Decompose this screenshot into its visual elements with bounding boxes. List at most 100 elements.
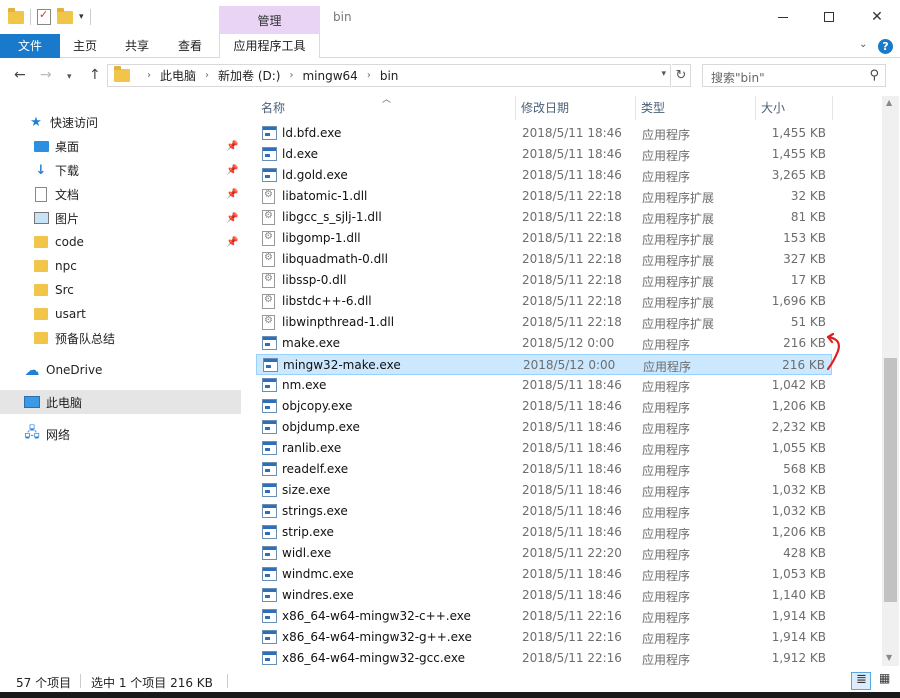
- pin-icon[interactable]: 📌: [226, 141, 238, 152]
- context-tab-header[interactable]: 管理: [219, 6, 320, 34]
- file-row[interactable]: ranlib.exe 2018/5/11 18:46 应用程序 1,055 KB: [256, 438, 832, 459]
- address-bar[interactable]: › 此电脑 › 新加卷 (D:) › mingw64 › bin ▾: [107, 64, 671, 87]
- file-date: 2018/5/11 18:46: [522, 588, 622, 602]
- maximize-button[interactable]: [806, 0, 852, 34]
- minimize-button[interactable]: [760, 0, 806, 34]
- exe-file-icon: [262, 399, 277, 413]
- help-icon[interactable]: ?: [878, 39, 893, 54]
- breadcrumb-this-pc[interactable]: 此电脑: [160, 67, 196, 84]
- toolbar-separator: [30, 9, 31, 25]
- file-row[interactable]: ld.gold.exe 2018/5/11 18:46 应用程序 3,265 KB: [256, 165, 832, 186]
- refresh-button[interactable]: ↻: [672, 64, 691, 87]
- pin-icon[interactable]: 📌: [226, 165, 238, 176]
- file-row-selected[interactable]: mingw32-make.exe 2018/5/12 0:00 应用程序 216 KB: [256, 354, 832, 375]
- sidebar-item-summary[interactable]: 预备队总结: [0, 326, 241, 350]
- dll-file-icon: [262, 231, 275, 246]
- scroll-up-chevron-icon[interactable]: ▲: [886, 98, 892, 107]
- breadcrumb-mingw64[interactable]: mingw64: [302, 69, 357, 83]
- file-row[interactable]: ld.bfd.exe 2018/5/11 18:46 应用程序 1,455 KB: [256, 123, 832, 144]
- column-header-type[interactable]: 类型: [635, 96, 755, 120]
- folder-icon: [34, 308, 48, 320]
- sidebar-item-this-pc[interactable]: 此电脑: [0, 390, 241, 414]
- column-header-date[interactable]: 修改日期: [515, 96, 635, 120]
- file-row[interactable]: libstdc++-6.dll 2018/5/11 22:18 应用程序扩展 1,69…: [256, 291, 832, 312]
- file-row[interactable]: nm.exe 2018/5/11 18:46 应用程序 1,042 KB: [256, 375, 832, 396]
- search-input[interactable]: 搜索"bin" ⚲: [702, 64, 886, 87]
- breadcrumb-chevron-icon[interactable]: ›: [205, 70, 209, 81]
- customize-toolbar-chevron-icon[interactable]: ▾: [79, 12, 84, 22]
- address-dropdown-chevron-icon[interactable]: ▾: [661, 69, 666, 79]
- properties-icon[interactable]: [37, 8, 51, 25]
- file-row[interactable]: libssp-0.dll 2018/5/11 22:18 应用程序扩展 17 KB: [256, 270, 832, 291]
- file-row[interactable]: windmc.exe 2018/5/11 18:46 应用程序 1,053 KB: [256, 564, 832, 585]
- minimize-icon: [778, 16, 788, 18]
- recent-locations-chevron-icon[interactable]: ▾: [67, 72, 72, 82]
- file-row[interactable]: objcopy.exe 2018/5/11 18:46 应用程序 1,206 KB: [256, 396, 832, 417]
- file-type: 应用程序: [642, 443, 691, 457]
- file-row[interactable]: libquadmath-0.dll 2018/5/11 22:18 应用程序扩展 32…: [256, 249, 832, 270]
- file-row[interactable]: libgcc_s_sjlj-1.dll 2018/5/11 22:18 应用程序扩展…: [256, 207, 832, 228]
- sidebar-item-src[interactable]: Src: [0, 278, 241, 302]
- column-header-size[interactable]: 大小: [755, 96, 835, 120]
- pin-icon[interactable]: 📌: [226, 213, 238, 224]
- tab-file[interactable]: 文件: [0, 34, 60, 58]
- file-row[interactable]: libgomp-1.dll 2018/5/11 22:18 应用程序扩展 153 KB: [256, 228, 832, 249]
- tab-application-tools[interactable]: 应用程序工具: [219, 34, 320, 58]
- file-row[interactable]: x86_64-w64-mingw32-c++.exe 2018/5/11 22:1…: [256, 606, 832, 627]
- sidebar-item-network[interactable]: 🖧 网络: [0, 422, 241, 446]
- file-size: 568 KB: [783, 462, 826, 476]
- sidebar-item-desktop[interactable]: 桌面 📌: [0, 134, 241, 158]
- sidebar-item-downloads[interactable]: ↓ 下载 📌: [0, 158, 241, 182]
- file-row[interactable]: objdump.exe 2018/5/11 18:46 应用程序 2,232 KB: [256, 417, 832, 438]
- vertical-scrollbar[interactable]: ▲ ▼: [882, 96, 899, 666]
- details-view-icon[interactable]: [851, 672, 871, 690]
- file-size: 1,055 KB: [771, 441, 826, 455]
- tab-view[interactable]: 查看: [171, 34, 209, 58]
- file-row[interactable]: widl.exe 2018/5/11 22:20 应用程序 428 KB: [256, 543, 832, 564]
- file-row[interactable]: x86_64-w64-mingw32-gcc.exe 2018/5/11 22:1…: [256, 648, 832, 669]
- document-icon: [35, 186, 47, 202]
- forward-arrow-icon[interactable]: →: [40, 67, 52, 83]
- breadcrumb-chevron-icon[interactable]: ›: [367, 70, 371, 81]
- sidebar-item-label: 网络: [46, 427, 71, 442]
- ribbon-expand-chevron-icon[interactable]: ⌄: [859, 39, 867, 50]
- dll-file-icon: [262, 273, 275, 288]
- sidebar-item-npc[interactable]: npc: [0, 254, 241, 278]
- file-row[interactable]: libwinpthread-1.dll 2018/5/11 22:18 应用程序扩展…: [256, 312, 832, 333]
- sidebar-item-usart[interactable]: usart: [0, 302, 241, 326]
- file-row[interactable]: strings.exe 2018/5/11 18:46 应用程序 1,032 KB: [256, 501, 832, 522]
- scroll-down-chevron-icon[interactable]: ▼: [886, 653, 892, 662]
- pin-icon[interactable]: 📌: [226, 189, 238, 200]
- file-row[interactable]: readelf.exe 2018/5/11 18:46 应用程序 568 KB: [256, 459, 832, 480]
- sidebar-item-onedrive[interactable]: ☁ OneDrive: [0, 358, 241, 382]
- close-button[interactable]: ✕: [854, 0, 900, 34]
- breadcrumb-chevron-icon[interactable]: ›: [289, 70, 293, 81]
- sidebar-item-quick-access[interactable]: ★ 快速访问: [0, 110, 241, 134]
- sidebar-item-pictures[interactable]: 图片 📌: [0, 206, 241, 230]
- breadcrumb-drive-d[interactable]: 新加卷 (D:): [218, 67, 280, 84]
- back-arrow-icon[interactable]: ←: [14, 67, 26, 83]
- tab-share[interactable]: 共享: [118, 34, 156, 58]
- breadcrumb-chevron-icon[interactable]: ›: [147, 70, 151, 81]
- new-folder-icon[interactable]: [57, 7, 73, 24]
- file-row[interactable]: libatomic-1.dll 2018/5/11 22:18 应用程序扩展 32 K…: [256, 186, 832, 207]
- sidebar-item-documents[interactable]: 文档 📌: [0, 182, 241, 206]
- pin-icon[interactable]: 📌: [226, 237, 238, 248]
- column-divider[interactable]: [832, 96, 833, 120]
- file-row[interactable]: windres.exe 2018/5/11 18:46 应用程序 1,140 KB: [256, 585, 832, 606]
- file-size: 17 KB: [790, 273, 826, 287]
- scrollbar-thumb[interactable]: [884, 358, 897, 602]
- breadcrumb-bin[interactable]: bin: [380, 69, 399, 83]
- large-icons-view-icon[interactable]: [875, 671, 895, 690]
- file-row[interactable]: strip.exe 2018/5/11 18:46 应用程序 1,206 KB: [256, 522, 832, 543]
- tab-home[interactable]: 主页: [66, 34, 104, 58]
- file-row[interactable]: make.exe 2018/5/12 0:00 应用程序 216 KB: [256, 333, 832, 354]
- file-row[interactable]: ld.exe 2018/5/11 18:46 应用程序 1,455 KB: [256, 144, 832, 165]
- folder-icon[interactable]: [8, 7, 24, 24]
- file-name: strip.exe: [282, 525, 334, 539]
- file-row[interactable]: x86_64-w64-mingw32-g++.exe 2018/5/11 22:1…: [256, 627, 832, 648]
- up-arrow-icon[interactable]: ↑: [89, 67, 101, 83]
- sidebar-item-code[interactable]: code 📌: [0, 230, 241, 254]
- file-date: 2018/5/11 22:18: [522, 315, 622, 329]
- file-row[interactable]: size.exe 2018/5/11 18:46 应用程序 1,032 KB: [256, 480, 832, 501]
